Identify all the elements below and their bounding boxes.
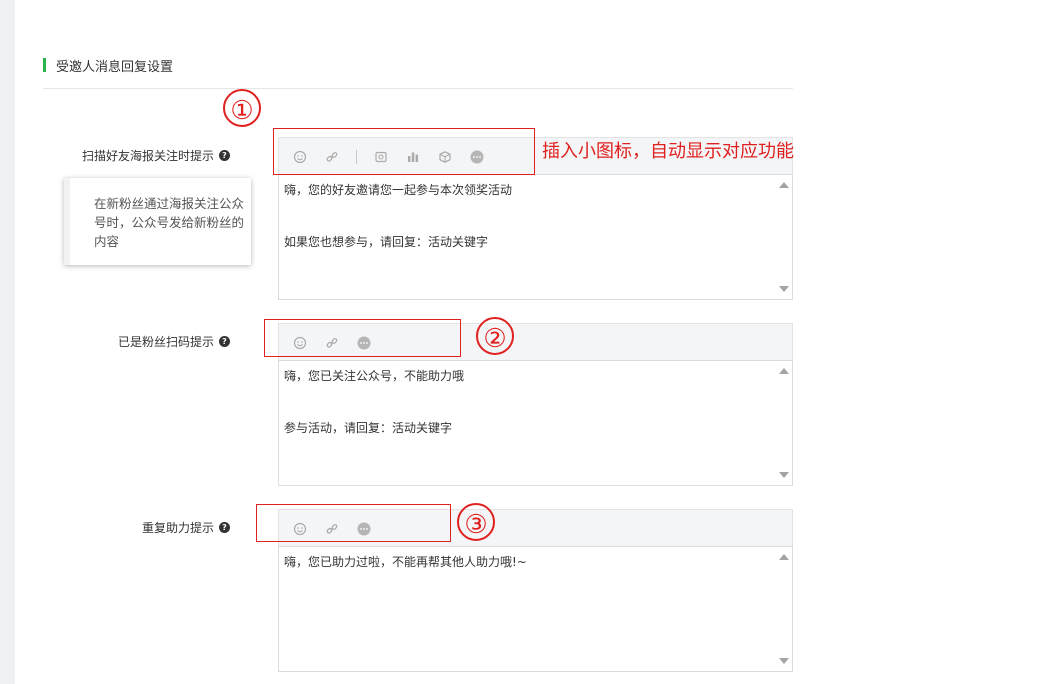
content-line: 嗨，您已关注公众号，不能助力哦 — [284, 369, 465, 383]
message-editor-poster-follow[interactable]: 嗨，您的好友邀请您一起参与本次领奖活动 如果您也想参与，请回复：活动关键字 — [278, 174, 793, 300]
row-label-text: 重复助力提示 — [141, 520, 214, 535]
scroll-down-arrow[interactable] — [779, 658, 789, 664]
row-label-repeat-help: 重复助力提示 ? — [40, 518, 230, 536]
help-icon[interactable]: ? — [219, 149, 230, 161]
annotation-number-3: ③ — [457, 503, 495, 541]
section-divider — [43, 88, 793, 89]
content-line: 嗨，您的好友邀请您一起参与本次领奖活动 — [284, 183, 513, 197]
editor-content: 嗨，您的好友邀请您一起参与本次领奖活动 如果您也想参与，请回复：活动关键字 — [284, 181, 768, 251]
help-tooltip: 在新粉丝通过海报关注公众号时，公众号发给新粉丝的内容 — [64, 178, 251, 265]
editor-scrollbar[interactable] — [775, 547, 792, 671]
section-accent-bar — [43, 58, 46, 72]
editor-scrollbar[interactable] — [775, 175, 792, 299]
message-editor-already-fan[interactable]: 嗨，您已关注公众号，不能助力哦 参与活动，请回复：活动关键字 — [278, 360, 793, 486]
annotation-number-1: ① — [223, 89, 261, 127]
row-label-already-fan: 已是粉丝扫码提示 ? — [40, 332, 230, 350]
row-label-poster-follow: 扫描好友海报关注时提示 ? — [40, 146, 230, 164]
annotation-number-2: ② — [476, 317, 514, 355]
message-editor-repeat-help[interactable]: 嗨，您已助力过啦，不能再帮其他人助力哦!~ — [278, 546, 793, 672]
section-header: 受邀人消息回复设置 — [43, 56, 174, 75]
scroll-down-arrow[interactable] — [779, 286, 789, 292]
content-line: 如果您也想参与，请回复：活动关键字 — [284, 235, 489, 249]
editor-scrollbar[interactable] — [775, 361, 792, 485]
editor-content: 嗨，您已关注公众号，不能助力哦 参与活动，请回复：活动关键字 — [284, 367, 768, 437]
content-line: 参与活动，请回复：活动关键字 — [284, 421, 453, 435]
annotation-box-1 — [273, 128, 535, 175]
scroll-down-arrow[interactable] — [779, 472, 789, 478]
annotation-box-2 — [264, 319, 461, 357]
scroll-up-arrow[interactable] — [779, 554, 789, 560]
left-gutter — [0, 0, 15, 684]
row-label-text: 已是粉丝扫码提示 — [117, 334, 214, 349]
section-title: 受邀人消息回复设置 — [56, 59, 174, 75]
help-icon[interactable]: ? — [219, 335, 230, 347]
annotation-box-3 — [256, 504, 451, 542]
annotation-note: 插入小图标，自动显示对应功能 — [542, 141, 794, 162]
tooltip-text: 在新粉丝通过海报关注公众号时，公众号发给新粉丝的内容 — [94, 196, 245, 249]
editor-content: 嗨，您已助力过啦，不能再帮其他人助力哦!~ — [284, 553, 768, 571]
scroll-up-arrow[interactable] — [779, 182, 789, 188]
content-line: 嗨，您已助力过啦，不能再帮其他人助力哦!~ — [284, 555, 527, 569]
help-icon[interactable]: ? — [219, 521, 230, 533]
scroll-up-arrow[interactable] — [779, 368, 789, 374]
row-label-text: 扫描好友海报关注时提示 — [81, 148, 214, 163]
